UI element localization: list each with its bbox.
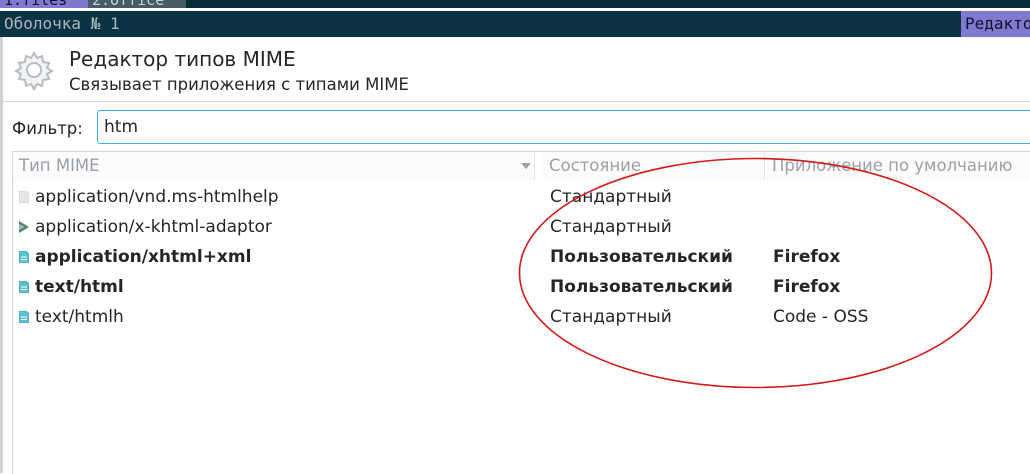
state-cell: Стандартный — [550, 217, 672, 237]
filter-input[interactable] — [97, 110, 1030, 144]
app-header: Редактор типов MIME Связывает приложения… — [3, 37, 1030, 101]
app-title: Редактор типов MIME — [69, 47, 296, 71]
app-subtitle: Связывает приложения с типами MIME — [69, 75, 409, 94]
header-divider — [3, 101, 1030, 102]
gear-icon — [14, 51, 54, 91]
tab-office[interactable]: 2:office — [88, 0, 186, 8]
terminal-window-title[interactable]: Редактор — [961, 11, 1030, 37]
table-row[interactable]: application/x-khtml-adaptor Стандартный — [13, 212, 1030, 242]
column-header-label: Приложение по умолчанию — [772, 156, 1013, 175]
column-header-default-app[interactable]: Приложение по умолчанию — [766, 152, 1030, 180]
mime-editor-window: Редактор типов MIME Связывает приложения… — [0, 37, 1030, 474]
column-header-state[interactable]: Состояние — [543, 152, 765, 180]
executable-file-icon — [19, 221, 29, 233]
state-cell: Пользовательский — [550, 247, 733, 267]
state-cell: Стандартный — [550, 187, 672, 207]
column-header-label: Тип MIME — [19, 156, 100, 175]
terminal-title: Оболочка № 1 — [4, 14, 120, 33]
mime-type-cell: application/vnd.ms-htmlhelp — [35, 187, 279, 207]
html-file-icon — [19, 311, 29, 323]
mime-type-cell: text/htmlh — [35, 307, 124, 327]
mime-type-cell: text/html — [35, 277, 124, 297]
filter-label: Фильтр: — [12, 119, 83, 138]
table-row[interactable]: application/vnd.ms-htmlhelp Стандартный — [13, 182, 1030, 212]
tab-strip: 1:files 2:office — [0, 0, 1030, 8]
mime-type-cell: application/x-khtml-adaptor — [35, 217, 272, 237]
table-row[interactable]: text/htmlh Стандартный Code - OSS — [13, 302, 1030, 332]
sort-descending-icon[interactable] — [521, 163, 531, 169]
default-app-cell: Code - OSS — [773, 307, 869, 327]
mime-type-cell: application/xhtml+xml — [35, 247, 252, 267]
terminal-title-bar: Оболочка № 1 Редактор — [0, 11, 1030, 37]
html-file-icon — [19, 281, 29, 293]
state-cell: Пользовательский — [550, 277, 733, 297]
default-app-cell: Firefox — [773, 277, 841, 297]
column-header-label: Состояние — [549, 156, 641, 175]
column-header-mime-type[interactable]: Тип MIME — [13, 152, 535, 180]
generic-file-icon — [19, 191, 29, 203]
table-row[interactable]: application/xhtml+xml Пользовательский F… — [13, 242, 1030, 272]
state-cell: Стандартный — [550, 307, 672, 327]
default-app-cell: Firefox — [773, 247, 841, 267]
html-file-icon — [19, 251, 29, 263]
tab-files[interactable]: 1:files — [0, 0, 90, 8]
table-row[interactable]: text/html Пользовательский Firefox — [13, 272, 1030, 302]
mime-type-list[interactable]: Тип MIME Состояние Приложение по умолчан… — [12, 151, 1030, 474]
